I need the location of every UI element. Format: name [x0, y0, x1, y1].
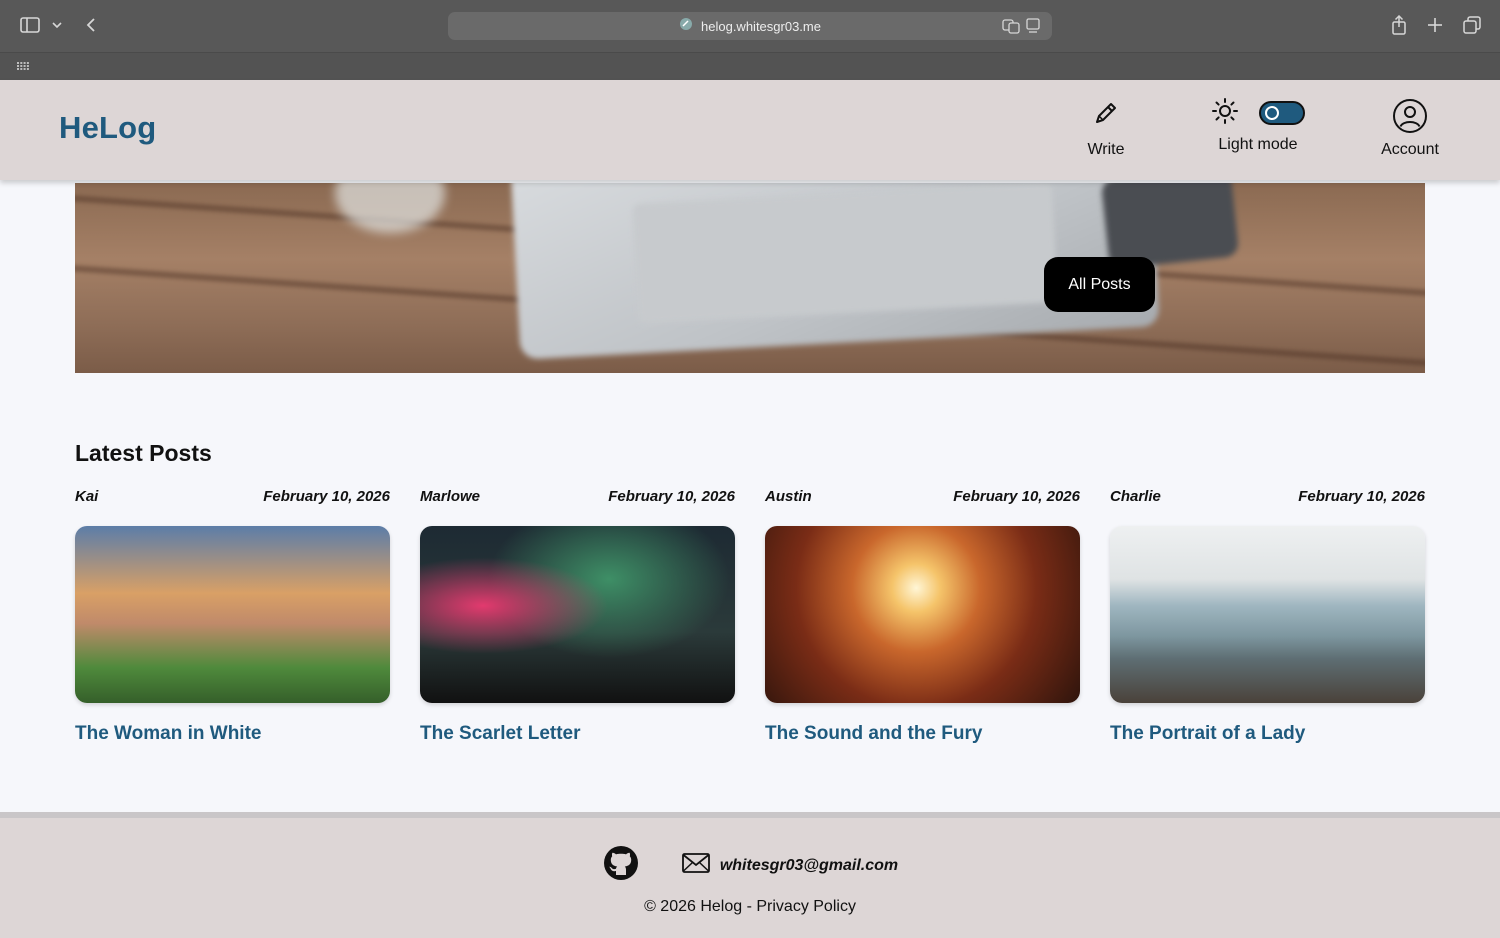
tab-overview-icon[interactable]	[1461, 14, 1483, 36]
translate-icon[interactable]	[1002, 18, 1020, 39]
post-meta: Marlowe February 10, 2026	[420, 488, 735, 508]
post-card[interactable]: Austin February 10, 2026 The Sound and t…	[765, 488, 1080, 745]
post-date: February 10, 2026	[608, 488, 735, 505]
back-icon[interactable]	[80, 14, 102, 36]
post-author: Kai	[75, 488, 99, 505]
latest-posts-heading: Latest Posts	[75, 440, 212, 466]
theme-toggle[interactable]: Light mode	[1200, 97, 1316, 154]
brand-logo[interactable]: HeLog	[59, 110, 156, 146]
sidebar-toggle-icon[interactable]	[18, 14, 42, 36]
copyright-text[interactable]: © 2026 Helog - Privacy Policy	[644, 898, 856, 916]
post-title-link[interactable]: The Woman in White	[75, 723, 390, 745]
post-date: February 10, 2026	[1298, 488, 1425, 505]
post-card[interactable]: Charlie February 10, 2026 The Portrait o…	[1110, 488, 1425, 745]
post-meta: Austin February 10, 2026	[765, 488, 1080, 508]
contact-email-link[interactable]: whitesgr03@gmail.com	[720, 857, 898, 875]
user-icon	[1392, 98, 1428, 139]
site-header: HeLog Write Light mode Account	[0, 80, 1500, 180]
footer-contact-row: whitesgr03@gmail.com	[0, 844, 1500, 887]
post-author: Marlowe	[420, 488, 481, 505]
post-meta: Charlie February 10, 2026	[1110, 488, 1425, 508]
post-image[interactable]	[1110, 526, 1425, 703]
mail-icon[interactable]	[681, 853, 710, 878]
pencil-icon	[1091, 98, 1121, 133]
chevron-down-icon[interactable]	[50, 16, 64, 34]
post-title-link[interactable]: The Portrait of a Lady	[1110, 723, 1425, 745]
sun-icon	[1211, 97, 1239, 130]
post-author: Charlie	[1110, 488, 1161, 505]
new-tab-icon[interactable]	[1424, 14, 1446, 36]
browser-chrome: helog.whitesgr03.me	[0, 0, 1500, 80]
post-card[interactable]: Kai February 10, 2026 The Woman in White	[75, 488, 390, 745]
account-button[interactable]: Account	[1375, 98, 1445, 159]
site-footer: whitesgr03@gmail.com © 2026 Helog - Priv…	[0, 812, 1500, 938]
share-icon[interactable]	[1388, 13, 1410, 37]
theme-label: Light mode	[1218, 136, 1298, 153]
post-title-link[interactable]: The Sound and the Fury	[765, 723, 1080, 745]
url-text: helog.whitesgr03.me	[701, 18, 821, 34]
site-favicon-icon	[679, 17, 693, 36]
footer-copyright-row: © 2026 Helog - Privacy Policy	[0, 898, 1500, 916]
all-posts-button[interactable]: All Posts	[1044, 257, 1155, 312]
post-date: February 10, 2026	[953, 488, 1080, 505]
post-date: February 10, 2026	[263, 488, 390, 505]
address-bar[interactable]: helog.whitesgr03.me	[448, 12, 1052, 40]
account-label: Account	[1381, 141, 1439, 158]
reader-icon[interactable]	[1026, 18, 1040, 39]
hero-laptop-highlight	[632, 183, 1058, 324]
post-image[interactable]	[75, 526, 390, 703]
post-title-link[interactable]: The Scarlet Letter	[420, 723, 735, 745]
github-icon[interactable]	[602, 844, 640, 887]
post-card[interactable]: Marlowe February 10, 2026 The Scarlet Le…	[420, 488, 735, 745]
post-meta: Kai February 10, 2026	[75, 488, 390, 508]
write-button[interactable]: Write	[1078, 98, 1134, 159]
toolbar-divider	[0, 52, 1500, 53]
write-label: Write	[1087, 141, 1125, 158]
post-image[interactable]	[765, 526, 1080, 703]
grid-icon[interactable]	[14, 58, 32, 74]
hero-banner	[75, 183, 1425, 373]
theme-switch-knob	[1265, 106, 1279, 120]
theme-switch[interactable]	[1259, 101, 1305, 125]
post-image[interactable]	[420, 526, 735, 703]
post-author: Austin	[765, 488, 812, 505]
